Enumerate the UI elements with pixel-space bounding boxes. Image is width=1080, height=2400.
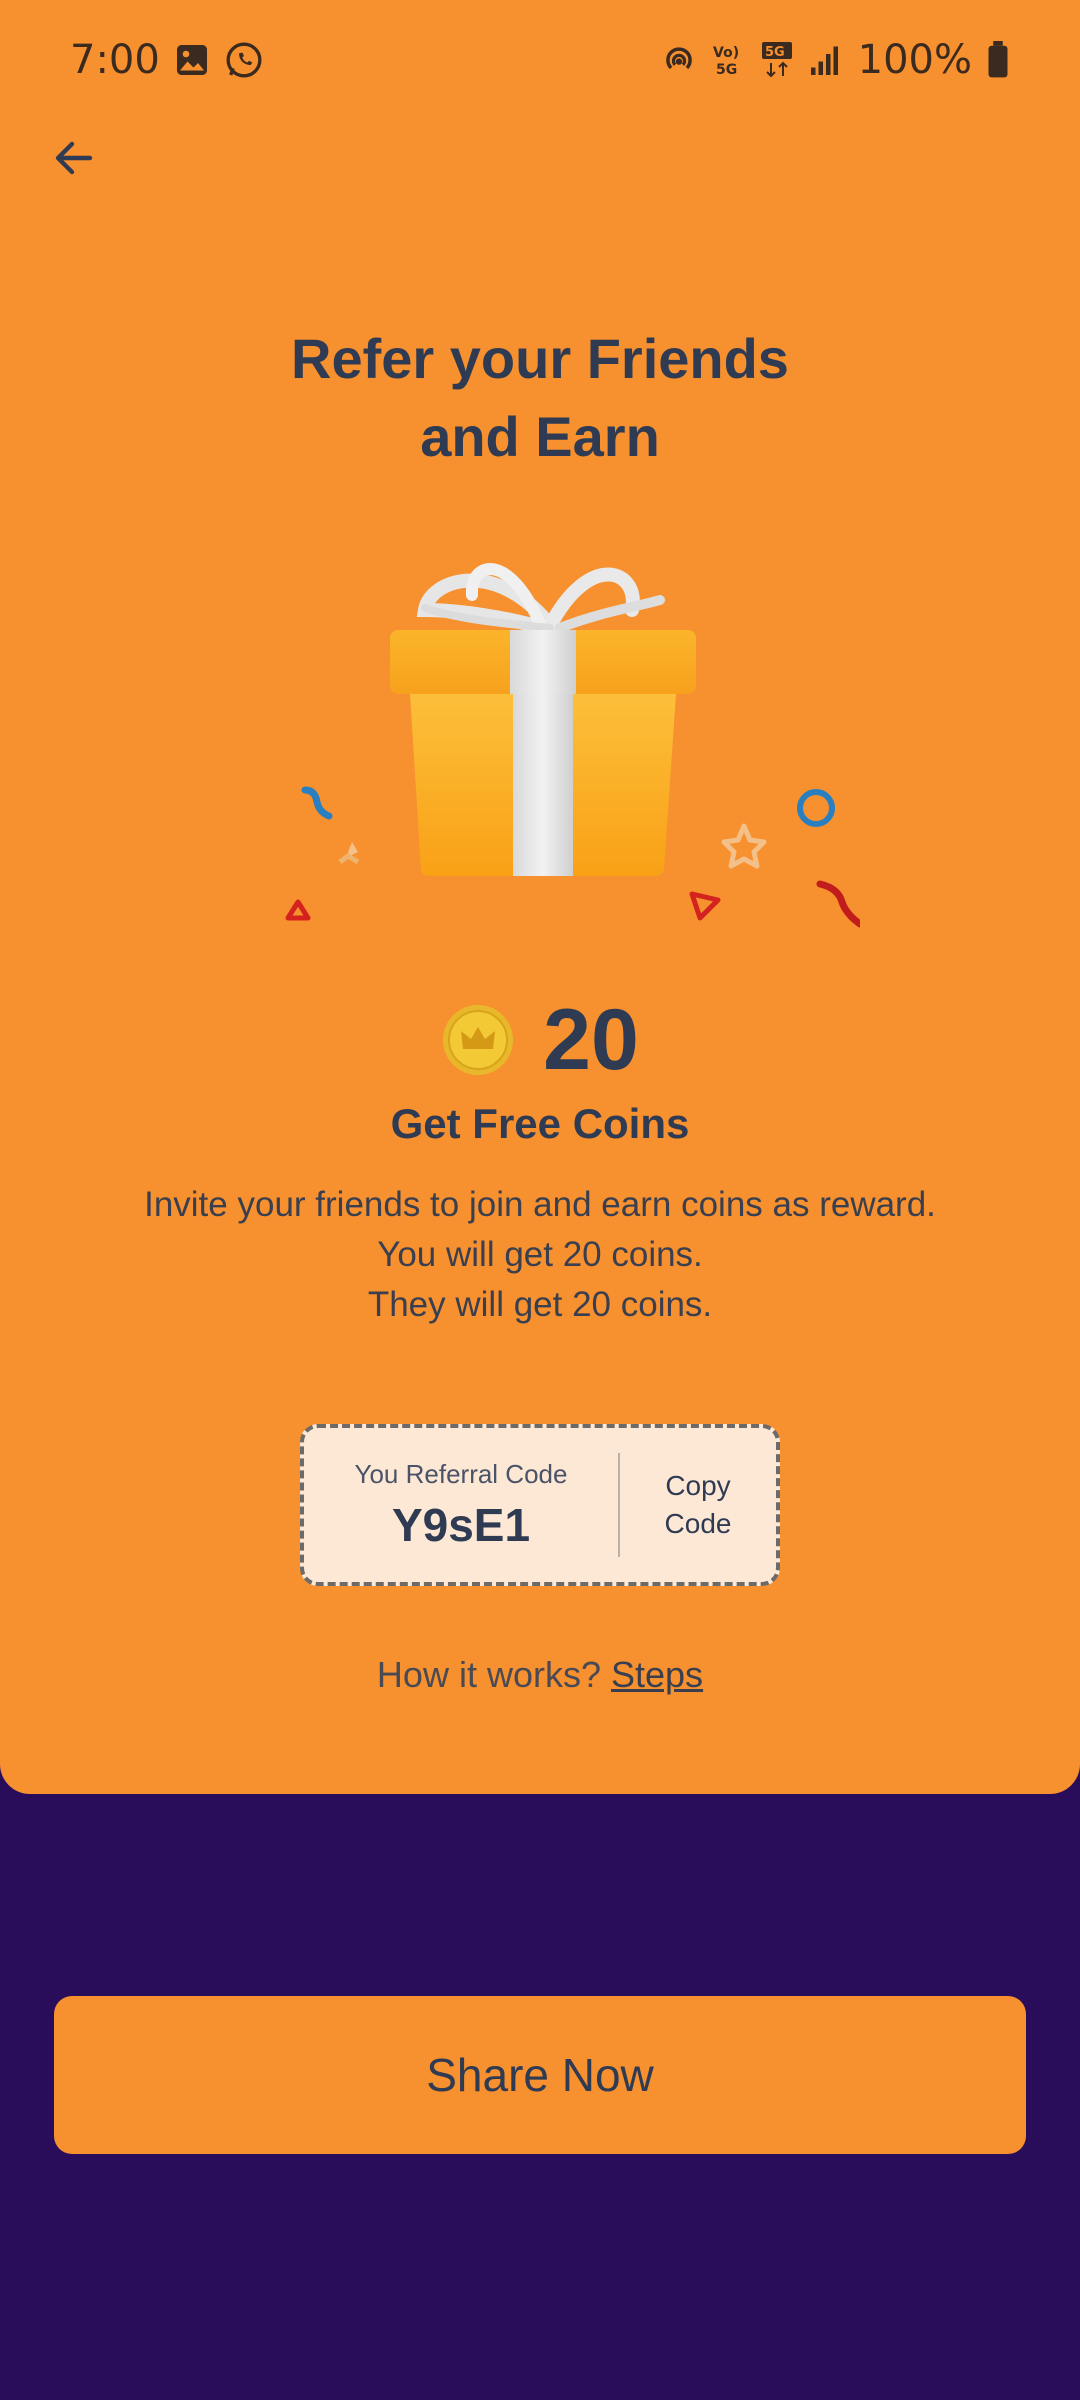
gift-box-icon (285, 563, 864, 928)
copy-code-button[interactable]: Copy Code (620, 1428, 776, 1582)
back-button[interactable] (44, 128, 104, 188)
signal-icon (808, 42, 844, 78)
coin-reward: 20 (0, 990, 1080, 1090)
copy-label-1: Copy (665, 1470, 731, 1501)
desc-line-1: Invite your friends to join and earn coi… (144, 1185, 936, 1224)
volte-5g-icon: Vo) 5G (712, 42, 746, 78)
status-right: Vo) 5G 5G 100% (660, 37, 1010, 83)
coin-count: 20 (543, 991, 639, 1088)
how-it-works: How it works? Steps (0, 1654, 1080, 1696)
battery-text: 100% (857, 37, 972, 83)
title-line-1: Refer your Friends (291, 327, 789, 390)
share-now-button[interactable]: Share Now (54, 1996, 1026, 2154)
reward-subtitle: Get Free Coins (390, 1100, 690, 1147)
steps-link[interactable]: Steps (611, 1654, 703, 1695)
hotspot-icon (660, 41, 698, 79)
desc-line-3: They will get 20 coins. (367, 1285, 713, 1324)
arrow-left-icon (55, 141, 93, 175)
whatsapp-icon (224, 40, 264, 80)
reward-description: Invite your friends to join and earn coi… (0, 1180, 1080, 1330)
page-title: Refer your Friends and Earn (0, 320, 1080, 476)
status-left: 7:00 (70, 37, 264, 83)
crown-coin-icon (443, 1005, 514, 1075)
referral-code-value: Y9sE1 (391, 1498, 531, 1551)
referral-code-box: You Referral Code Y9sE1 Copy Code (300, 1424, 780, 1586)
svg-text:5G: 5G (765, 45, 785, 60)
gallery-icon (174, 42, 210, 78)
status-bar: 7:00 Vo) 5G 5G 100% (0, 0, 1080, 120)
svg-text:Vo): Vo) (713, 45, 739, 61)
referral-code-section[interactable]: You Referral Code Y9sE1 (304, 1428, 618, 1582)
title-line-2: and Earn (420, 405, 660, 468)
referral-code-label: You Referral Code (354, 1458, 568, 1489)
svg-text:5G: 5G (716, 62, 737, 78)
gift-illustration (260, 540, 864, 940)
copy-label-2: Code (664, 1508, 732, 1539)
status-time: 7:00 (70, 37, 160, 83)
desc-line-2: You will get 20 coins. (377, 1235, 703, 1274)
battery-icon (986, 41, 1010, 79)
5g-data-icon: 5G (760, 41, 794, 79)
how-it-works-text: How it works? (376, 1654, 601, 1695)
